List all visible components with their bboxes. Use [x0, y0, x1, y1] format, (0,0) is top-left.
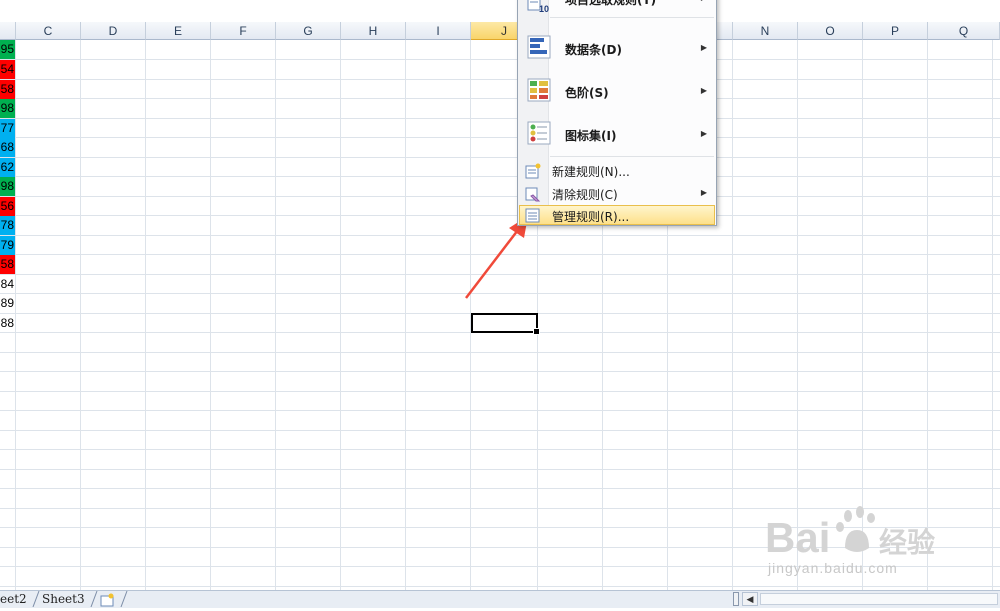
column-header-f[interactable]: F [211, 22, 276, 40]
column-header-c[interactable]: C [16, 22, 81, 40]
scroll-left-icon[interactable]: ◀ [742, 592, 758, 606]
grid-row-line [0, 293, 1000, 294]
cell-b-value[interactable]: 84 [0, 275, 15, 294]
grid-row-line [0, 157, 1000, 158]
cell-b-value[interactable]: 95 [0, 40, 15, 59]
grid-row-line [0, 410, 1000, 411]
grid-row-line [0, 352, 1000, 353]
spreadsheet-grid[interactable]: C D E F G H I J K L M N O P Q 95 [0, 0, 1000, 590]
horizontal-scrollbar[interactable] [760, 593, 998, 605]
menu-item-icon-sets[interactable]: 图标集(I) ▶ [519, 115, 715, 151]
grid-row-line [0, 59, 1000, 60]
grid-row-line [0, 176, 1000, 177]
svg-text:10: 10 [539, 4, 549, 13]
column-header-h[interactable]: H [341, 22, 406, 40]
column-header-p[interactable]: P [863, 22, 928, 40]
baidu-logo-watermark: Bai 经验 [765, 500, 950, 564]
svg-text:经验: 经验 [879, 526, 935, 559]
grid-row-line [0, 469, 1000, 470]
new-rule-icon [525, 163, 541, 182]
grid-row-line [0, 118, 1000, 119]
grid-row-line [0, 235, 1000, 236]
cell-b-value[interactable]: 54 [0, 60, 15, 79]
tab-divider [32, 590, 40, 608]
grid-row-line [0, 488, 1000, 489]
grid-row-line [0, 449, 1000, 450]
cell-b-value[interactable]: 79 [0, 236, 15, 255]
column-header-g[interactable]: G [276, 22, 341, 40]
column-header-partial[interactable] [0, 22, 16, 40]
cell-b-value[interactable]: 62 [0, 158, 15, 177]
column-header-o[interactable]: O [798, 22, 863, 40]
cell-b-value[interactable]: 68 [0, 138, 15, 157]
submenu-arrow-icon: ▶ [700, 43, 707, 52]
insert-sheet-icon[interactable] [99, 592, 115, 611]
submenu-arrow-icon: ▶ [700, 188, 707, 197]
cell-b-value[interactable]: 89 [0, 294, 15, 313]
svg-text:Bai: Bai [765, 514, 830, 560]
grid-row-line [0, 79, 1000, 80]
submenu-arrow-icon: ▶ [700, 129, 707, 138]
column-header-d[interactable]: D [81, 22, 146, 40]
grid-row-line [0, 98, 1000, 99]
submenu-arrow-icon: ▶ [700, 86, 707, 95]
active-cell-selection[interactable] [471, 313, 540, 335]
sheet-tab-sheet2[interactable]: eet2 [0, 591, 27, 607]
grid-row-line [0, 430, 1000, 431]
sheet-tab-bar: eet2 Sheet3 ◀ [0, 590, 1000, 608]
tab-divider [90, 590, 98, 608]
cell-b-value[interactable]: 77 [0, 119, 15, 138]
icon-sets-icon [527, 121, 551, 148]
grid-row-line [0, 371, 1000, 372]
column-header-e[interactable]: E [146, 22, 211, 40]
grid-row-line [0, 586, 1000, 587]
grid-row-line [0, 215, 1000, 216]
manage-rules-icon [525, 208, 541, 227]
color-scales-icon [527, 78, 551, 105]
cell-b-value[interactable]: 78 [0, 216, 15, 235]
grid-row-line [0, 391, 1000, 392]
conditional-formatting-menu: 10 项目选取规则(T) ▶ 数据条(D) ▶ 色阶(S) [517, 0, 717, 226]
submenu-arrow-icon: ▶ [701, 0, 707, 2]
column-header-i[interactable]: I [406, 22, 471, 40]
grid-row-line [0, 196, 1000, 197]
menu-item-color-scales[interactable]: 色阶(S) ▶ [519, 72, 715, 108]
menu-item-manage-rules[interactable]: 管理规则(R)... [519, 205, 715, 225]
grid-row-line [0, 254, 1000, 255]
menu-item-data-bars[interactable]: 数据条(D) ▶ [519, 29, 715, 65]
cell-b-value[interactable]: 58 [0, 255, 15, 274]
cell-b-value[interactable]: 56 [0, 197, 15, 216]
column-header-q[interactable]: Q [928, 22, 1000, 40]
cell-b-value[interactable]: 58 [0, 80, 15, 99]
grid-row-line [0, 274, 1000, 275]
cell-b-value[interactable]: 98 [0, 177, 15, 196]
grid-row-line [0, 137, 1000, 138]
top-bottom-rules-icon: 10 [527, 0, 549, 16]
sheet-tab-sheet3[interactable]: Sheet3 [42, 591, 85, 607]
clear-rules-icon [525, 186, 541, 205]
formula-area-strip [0, 0, 1000, 22]
menu-item-top-bottom-rules[interactable]: 10 项目选取规则(T) ▶ [519, 0, 715, 15]
watermark-url-text: jingyan.baidu.com [768, 560, 898, 576]
scrollbar-split-handle[interactable] [733, 592, 739, 606]
cell-b-value[interactable]: 98 [0, 99, 15, 118]
menu-item-clear-rules[interactable]: 清除规则(C) ▶ [519, 183, 715, 205]
data-bars-icon [527, 35, 551, 62]
tab-divider [120, 590, 128, 608]
column-header-n[interactable]: N [733, 22, 798, 40]
menu-item-new-rule[interactable]: 新建规则(N)... [519, 160, 715, 182]
fill-handle[interactable] [533, 328, 540, 335]
cell-b-value[interactable]: 88 [0, 314, 15, 333]
